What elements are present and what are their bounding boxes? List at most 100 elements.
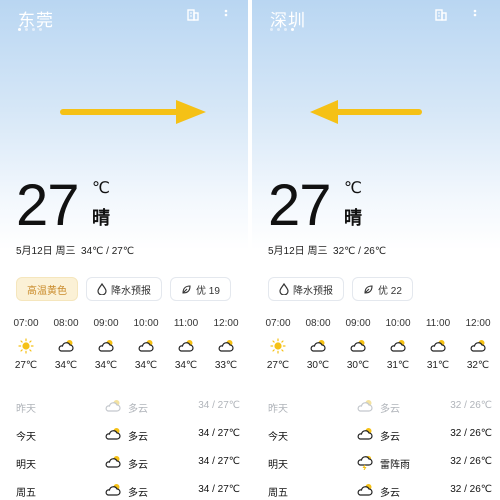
hour-time: 12:00: [213, 318, 239, 329]
current-condition: 晴: [92, 208, 110, 228]
hour-temp: 33℃: [214, 360, 238, 371]
page-dot: [32, 28, 35, 31]
hourly-item: 07:00 27℃: [258, 318, 298, 371]
raindrop-icon: [279, 283, 289, 295]
hour-temp: 31℃: [386, 360, 410, 371]
air-quality-chip[interactable]: 优 19: [170, 277, 231, 301]
hour-temp: 30℃: [306, 360, 330, 371]
hourly-item: 09:00 30℃: [338, 318, 378, 371]
partly-cloudy-icon: [58, 340, 74, 352]
daily-row[interactable]: 明天 多云 34 / 27℃: [16, 452, 240, 480]
temperature-range: 34℃ / 27℃: [81, 246, 135, 257]
day-label: 明天: [16, 460, 36, 471]
current-temperature: 27: [16, 173, 80, 238]
hourly-item: 08:00 34℃: [46, 318, 86, 371]
hour-time: 08:00: [53, 318, 79, 329]
day-label: 昨天: [268, 404, 288, 415]
precipitation-chip[interactable]: 降水预报: [268, 277, 344, 301]
hour-temp: 27℃: [266, 360, 290, 371]
hourly-forecast[interactable]: 07:00 27℃ 08:00 34℃ 09:00 34℃ 10:00 34℃ …: [6, 318, 246, 371]
daily-row[interactable]: 今天 多云 32 / 26℃: [268, 424, 492, 452]
day-range: 32 / 26℃: [450, 400, 492, 411]
day-condition: 雷阵雨: [380, 460, 410, 471]
date-line: 5月12日 周三 32℃ / 26℃: [268, 242, 386, 257]
page-dot: [291, 28, 294, 31]
hour-time: 12:00: [465, 318, 491, 329]
day-label: 昨天: [16, 404, 36, 415]
partly-cloudy-icon: [390, 340, 406, 352]
air-quality-label: 优 19: [196, 285, 220, 297]
day-range: 34 / 27℃: [198, 484, 240, 495]
daily-forecast: 昨天 多云 34 / 27℃ 今天 多云 34 / 27℃ 明天 多云 34 /…: [16, 396, 240, 500]
date: 5月12日: [268, 246, 305, 257]
more-options-icon[interactable]: [219, 8, 233, 22]
partly-cloudy-icon: [98, 340, 114, 352]
current-condition: 晴: [344, 208, 362, 228]
day-range: 34 / 27℃: [198, 428, 240, 439]
city-list-icon[interactable]: [186, 8, 200, 22]
page-dot: [25, 28, 28, 31]
city-list-icon[interactable]: [434, 8, 448, 22]
day-condition: 多云: [128, 404, 148, 415]
day-condition: 多云: [128, 488, 148, 499]
hourly-item: 10:00 31℃: [378, 318, 418, 371]
sun-icon: [270, 338, 286, 354]
page-dot: [284, 28, 287, 31]
hour-time: 09:00: [93, 318, 119, 329]
leaf-icon: [364, 284, 373, 294]
heat-warning-chip[interactable]: 高温黄色: [16, 277, 78, 301]
page-dot: [18, 28, 21, 31]
page-dot: [277, 28, 280, 31]
daily-row[interactable]: 昨天 多云 34 / 27℃: [16, 396, 240, 424]
partly-cloudy-icon: [105, 484, 121, 496]
partly-cloudy-icon: [138, 340, 154, 352]
weather-panel-shenzhen: 深圳 27 ℃ 晴 5月12日 周三 32℃ / 26℃ 降水预报 优 22 0…: [252, 0, 500, 500]
precipitation-chip[interactable]: 降水预报: [86, 277, 162, 301]
hour-temp: 30℃: [346, 360, 370, 371]
hourly-item: 09:00 34℃: [86, 318, 126, 371]
weekday: 周三: [307, 246, 328, 257]
partly-cloudy-icon: [350, 340, 366, 352]
hour-temp: 27℃: [14, 360, 38, 371]
info-chips: 高温黄色 降水预报 优 19: [16, 277, 231, 301]
leaf-icon: [182, 284, 191, 294]
hourly-forecast[interactable]: 07:00 27℃ 08:00 30℃ 09:00 30℃ 10:00 31℃ …: [258, 318, 498, 371]
daily-row[interactable]: 今天 多云 34 / 27℃: [16, 424, 240, 452]
hourly-item: 12:00 32℃: [458, 318, 498, 371]
hour-time: 07:00: [265, 318, 291, 329]
temperature-range: 32℃ / 26℃: [333, 246, 387, 257]
raindrop-icon: [97, 283, 107, 295]
date-line: 5月12日 周三 34℃ / 27℃: [16, 242, 134, 257]
hour-time: 08:00: [305, 318, 331, 329]
daily-row[interactable]: 明天 雷阵雨 32 / 26℃: [268, 452, 492, 480]
more-options-icon[interactable]: [468, 8, 482, 22]
partly-cloudy-icon: [178, 340, 194, 352]
partly-cloudy-icon: [357, 484, 373, 496]
air-quality-label: 优 22: [378, 285, 402, 297]
weekday: 周三: [55, 246, 76, 257]
air-quality-chip[interactable]: 优 22: [352, 277, 413, 301]
hour-temp: 34℃: [94, 360, 118, 371]
hour-time: 10:00: [385, 318, 411, 329]
day-range: 32 / 26℃: [450, 484, 492, 495]
daily-row[interactable]: 周五 多云 34 / 27℃: [16, 480, 240, 500]
daily-forecast: 昨天 多云 32 / 26℃ 今天 多云 32 / 26℃ 明天 雷阵雨 32 …: [268, 396, 492, 500]
hourly-item: 11:00 31℃: [418, 318, 458, 371]
partly-cloudy-icon: [357, 428, 373, 440]
page-indicator: [18, 28, 42, 31]
day-condition: 多云: [380, 432, 400, 443]
hour-time: 11:00: [173, 318, 199, 329]
hour-temp: 31℃: [426, 360, 450, 371]
day-range: 34 / 27℃: [198, 456, 240, 467]
day-condition: 多云: [128, 460, 148, 471]
hour-temp: 34℃: [54, 360, 78, 371]
precipitation-label: 降水预报: [111, 285, 151, 297]
day-label: 周五: [16, 488, 36, 499]
hour-temp: 34℃: [174, 360, 198, 371]
daily-row[interactable]: 周五 多云 32 / 26℃: [268, 480, 492, 500]
hour-time: 11:00: [425, 318, 451, 329]
daily-row[interactable]: 昨天 多云 32 / 26℃: [268, 396, 492, 424]
weather-panel-dongguan: 东莞 27 ℃ 晴 5月12日 周三 34℃ / 27℃ 高温黄色 降水预报 优…: [0, 0, 248, 500]
hourly-item: 11:00 34℃: [166, 318, 206, 371]
page-indicator: [270, 28, 294, 31]
